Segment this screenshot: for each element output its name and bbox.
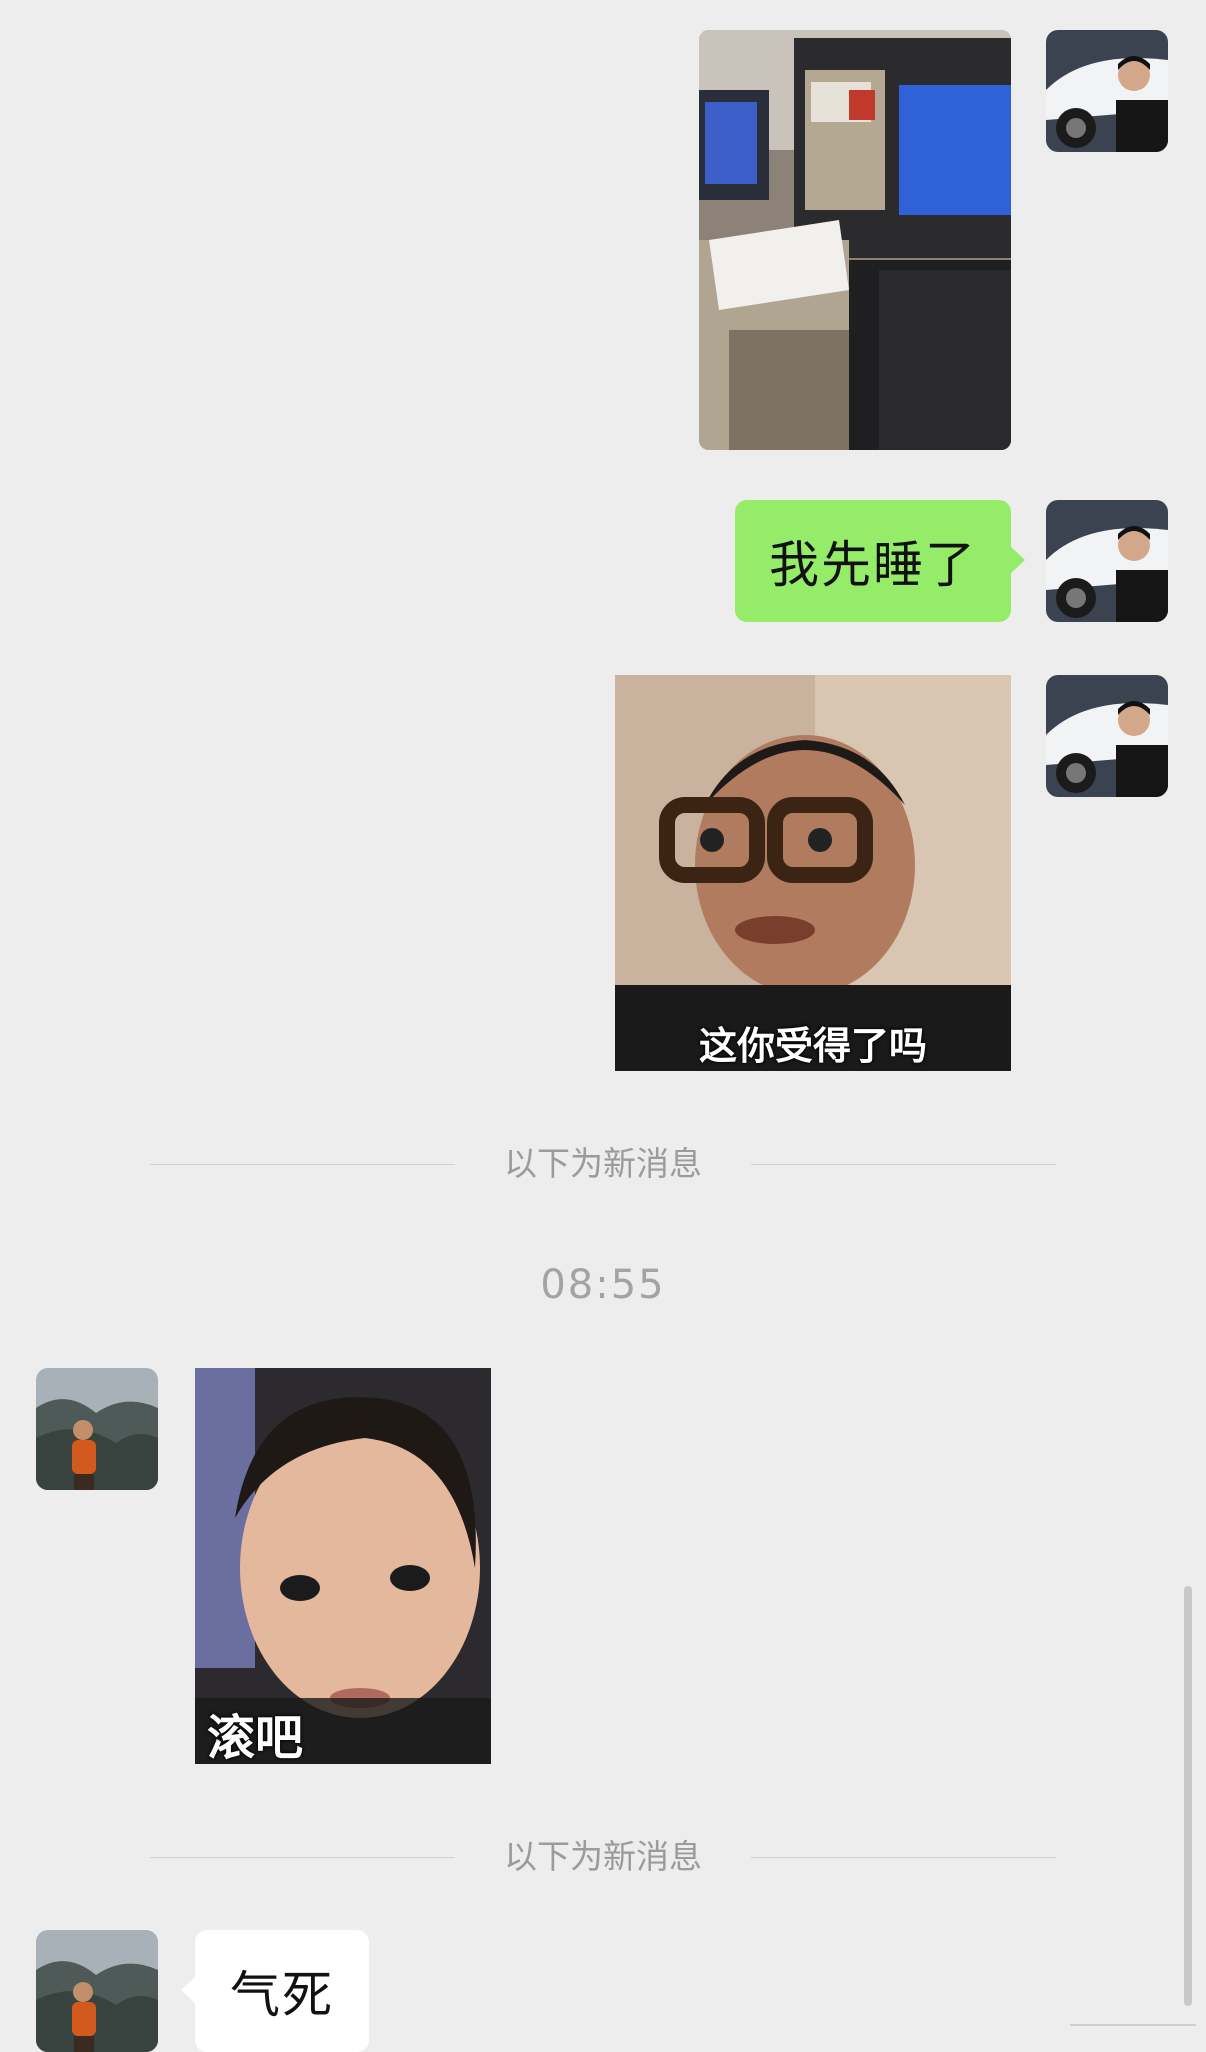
scrollbar[interactable] (1184, 1586, 1192, 2006)
their-avatar-2[interactable] (36, 1930, 158, 2052)
sticker-caption-1: 这你受得了吗 (698, 1024, 927, 1068)
my-avatar-2[interactable] (1046, 500, 1168, 622)
new-messages-divider-2: 以下为新消息 (150, 1837, 1056, 1877)
sticker-message-glasses-man[interactable]: 这你受得了吗 (615, 675, 1011, 1071)
image-message-train-cabin[interactable] (699, 30, 1011, 450)
divider-line-right (751, 1164, 1056, 1165)
my-avatar-3[interactable] (1046, 675, 1168, 797)
timestamp: 08:55 (540, 1262, 666, 1308)
chat-area: 我先睡了 这你受得了吗 以下为新消息 08:55 滚吧 以下为新消息 气死 (0, 0, 1206, 2052)
their-text-bubble[interactable]: 气死 (181, 1930, 369, 2052)
new-messages-divider-1: 以下为新消息 (150, 1144, 1056, 1184)
sticker-message-child[interactable]: 滚吧 (195, 1368, 491, 1764)
my-text-bubble[interactable]: 我先睡了 (735, 500, 1025, 622)
divider-line-right (751, 1857, 1056, 1858)
sticker-caption-2: 滚吧 (207, 1710, 304, 1764)
my-avatar-1[interactable] (1046, 30, 1168, 152)
their-avatar-1[interactable] (36, 1368, 158, 1490)
home-indicator (1070, 2024, 1196, 2026)
